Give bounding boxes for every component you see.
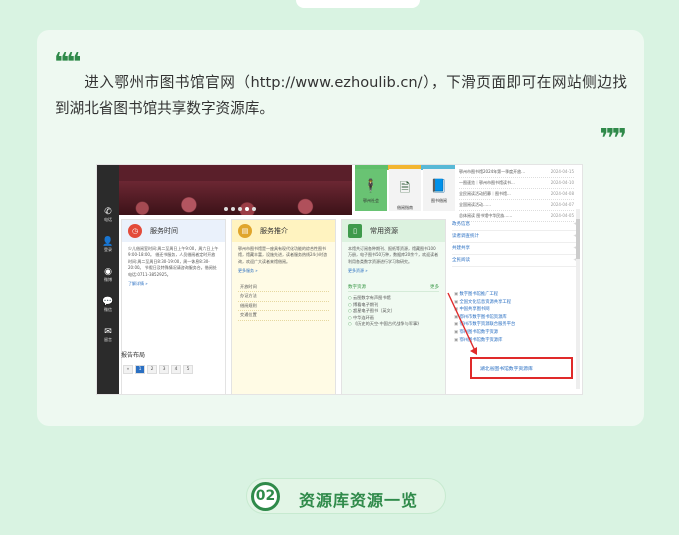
hubei-library-resource-link[interactable]: 湖北省图书馆数字资源库 <box>480 365 533 372</box>
sidebar-item-user[interactable]: 👤 登录 <box>97 237 119 253</box>
clock-icon: ◷ <box>128 224 142 238</box>
recommend-more-link[interactable]: 更多服务 » <box>238 268 329 274</box>
list-item[interactable]: 借阅规则 <box>238 302 329 312</box>
page-3[interactable]: 3 <box>159 365 169 374</box>
panel-title: 服务推介 <box>260 227 288 235</box>
side-toolbar: ✆ 电话 👤 登录 ◉ 微博 💬 微信 ✉ 留言 <box>97 165 119 394</box>
scrollbar[interactable] <box>576 209 580 389</box>
page-4[interactable]: 4 <box>171 365 181 374</box>
tile-society[interactable]: 🕴 鄂州社会 <box>355 169 387 211</box>
common-more-link[interactable]: 更多资源 » <box>348 268 439 274</box>
tile-borrow[interactable]: 📘 图书借阅 <box>423 169 455 211</box>
list-item[interactable]: 交通位置 <box>238 311 329 321</box>
sidebar-item-phone[interactable]: ✆ 电话 <box>97 207 119 223</box>
page-5[interactable]: 5 <box>183 365 193 374</box>
phone-icon: ✆ <box>104 207 112 217</box>
panel-recommend: ▤ 服务推介 鄂州市图书馆是一座具有现代化功能的综合性图书馆，馆藏丰富，设施先进，… <box>231 219 336 394</box>
content-card: ❝❝ 进入鄂州市图书馆官网（http://www.ezhoulib.cn/），下… <box>37 30 644 426</box>
page-2[interactable]: 2 <box>147 365 157 374</box>
person-icon: 🕴 <box>362 179 380 194</box>
close-quote-icon: ❞❞ <box>599 124 626 154</box>
list-item[interactable]: 《历史的天空·中国古代战争与军事》 <box>348 321 439 328</box>
intro-text: 进入鄂州市图书馆官网（http://www.ezhoulib.cn/），下滑页面… <box>55 74 627 117</box>
notice-title: 报告布局 <box>121 352 146 359</box>
sidebar-item-weibo[interactable]: ◉ 微博 <box>97 267 119 283</box>
section-number: 02 <box>251 482 280 511</box>
news-list: 鄂州市图书馆2024年第一季度开放... 2024-04-15 一图速览｜鄂州市图… <box>459 167 574 222</box>
book-icon: 📘 <box>430 179 448 194</box>
digital-resources-label: 数字资源 <box>348 284 366 290</box>
link-item[interactable]: 全民阅读+ <box>452 255 577 267</box>
wechat-icon: 💬 <box>102 297 114 307</box>
red-arrow-icon <box>447 292 477 355</box>
book-stack-icon: ▤ <box>238 224 252 238</box>
sidebar-item-wechat[interactable]: 💬 微信 <box>97 297 119 313</box>
news-item[interactable]: 全国阅读活动…… 2024-04-07 <box>459 200 574 211</box>
list-item[interactable]: 办证方法 <box>238 292 329 302</box>
side-links: 政务信息+ 读者调查统计+ 共建共享+ 全民阅读+ <box>452 219 577 267</box>
quick-tiles: 🕴 鄂州社会 🗎 借阅指南 📘 图书借阅 <box>355 169 455 211</box>
panel-common-resources: ▯ 常用资源 本馆共订阅各种期刊、报纸等资源，馆藏图书100万册，电子图书50万种… <box>341 219 446 394</box>
banner-image <box>119 165 352 215</box>
link-item[interactable]: 共建共享+ <box>452 243 577 255</box>
service-more-link[interactable]: 了解详情 » <box>128 281 219 287</box>
digital-more-link[interactable]: 更多 <box>430 285 439 291</box>
top-tab <box>296 0 420 8</box>
panel-title: 服务时间 <box>150 227 178 235</box>
page-prev[interactable]: « <box>123 365 133 374</box>
list-item[interactable]: 开放时间 <box>238 283 329 293</box>
news-item[interactable]: 鄂州市图书馆2024年第一季度开放... 2024-04-15 <box>459 167 574 178</box>
news-item[interactable]: 一图速览｜鄂州市图书馆读书... 2024-04-10 <box>459 178 574 189</box>
page-1[interactable]: 1 <box>135 365 145 374</box>
sidebar-item-message[interactable]: ✉ 留言 <box>97 327 119 343</box>
news-item[interactable]: 全民阅读活动招募｜图书馆... 2024-04-08 <box>459 189 574 200</box>
message-icon: ✉ <box>104 327 112 337</box>
user-icon: 👤 <box>102 237 114 247</box>
carousel-dots[interactable] <box>224 207 256 211</box>
link-item[interactable]: 政务信息+ <box>452 219 577 231</box>
panel-title: 常用资源 <box>370 227 398 235</box>
website-screenshot: ✆ 电话 👤 登录 ◉ 微博 💬 微信 ✉ 留言 🕴 鄂州社会 🗎 借阅指南 📘… <box>96 164 583 395</box>
section-header: 02 资源库资源一览 <box>246 478 446 514</box>
tile-guide[interactable]: 🗎 借阅指南 <box>389 169 421 211</box>
link-item[interactable]: 读者调查统计+ <box>452 231 577 243</box>
pagination: « 1 2 3 4 5 <box>123 365 193 374</box>
book-icon: ▯ <box>348 224 362 238</box>
weibo-icon: ◉ <box>104 267 112 277</box>
section-title: 资源库资源一览 <box>299 491 419 510</box>
document-icon: 🗎 <box>399 181 411 196</box>
